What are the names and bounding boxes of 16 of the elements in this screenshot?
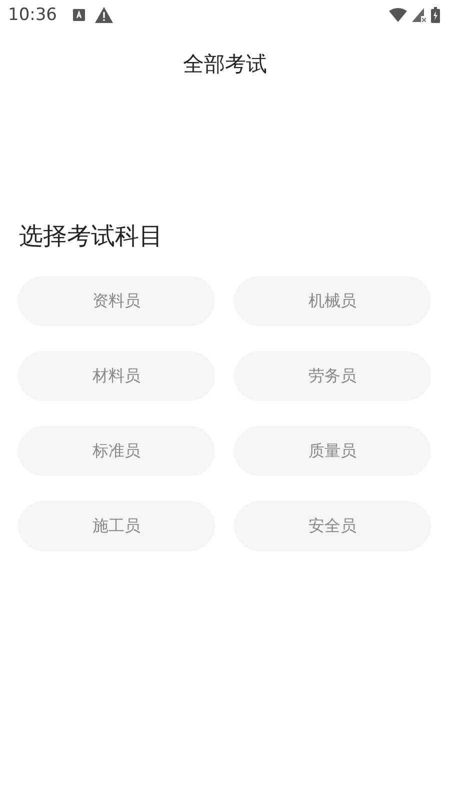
wifi-icon (389, 8, 407, 22)
subject-button[interactable]: 资料员 (18, 276, 215, 326)
subject-button[interactable]: 安全员 (234, 501, 431, 551)
subject-button[interactable]: 劳务员 (234, 351, 431, 401)
signal-icon (412, 8, 426, 22)
subject-button[interactable]: 标准员 (18, 426, 215, 476)
warning-icon (95, 7, 113, 23)
subject-button[interactable]: 质量员 (234, 426, 431, 476)
subject-button[interactable]: 材料员 (18, 351, 215, 401)
section-heading: 选择考试科目 (18, 221, 164, 252)
keyboard-icon (73, 9, 85, 21)
subject-button[interactable]: 施工员 (18, 501, 215, 551)
page-title: 全部考试 (183, 51, 267, 78)
subject-button[interactable]: 机械员 (234, 276, 431, 326)
status-time: 10:36 (8, 5, 57, 25)
battery-icon (431, 7, 440, 23)
